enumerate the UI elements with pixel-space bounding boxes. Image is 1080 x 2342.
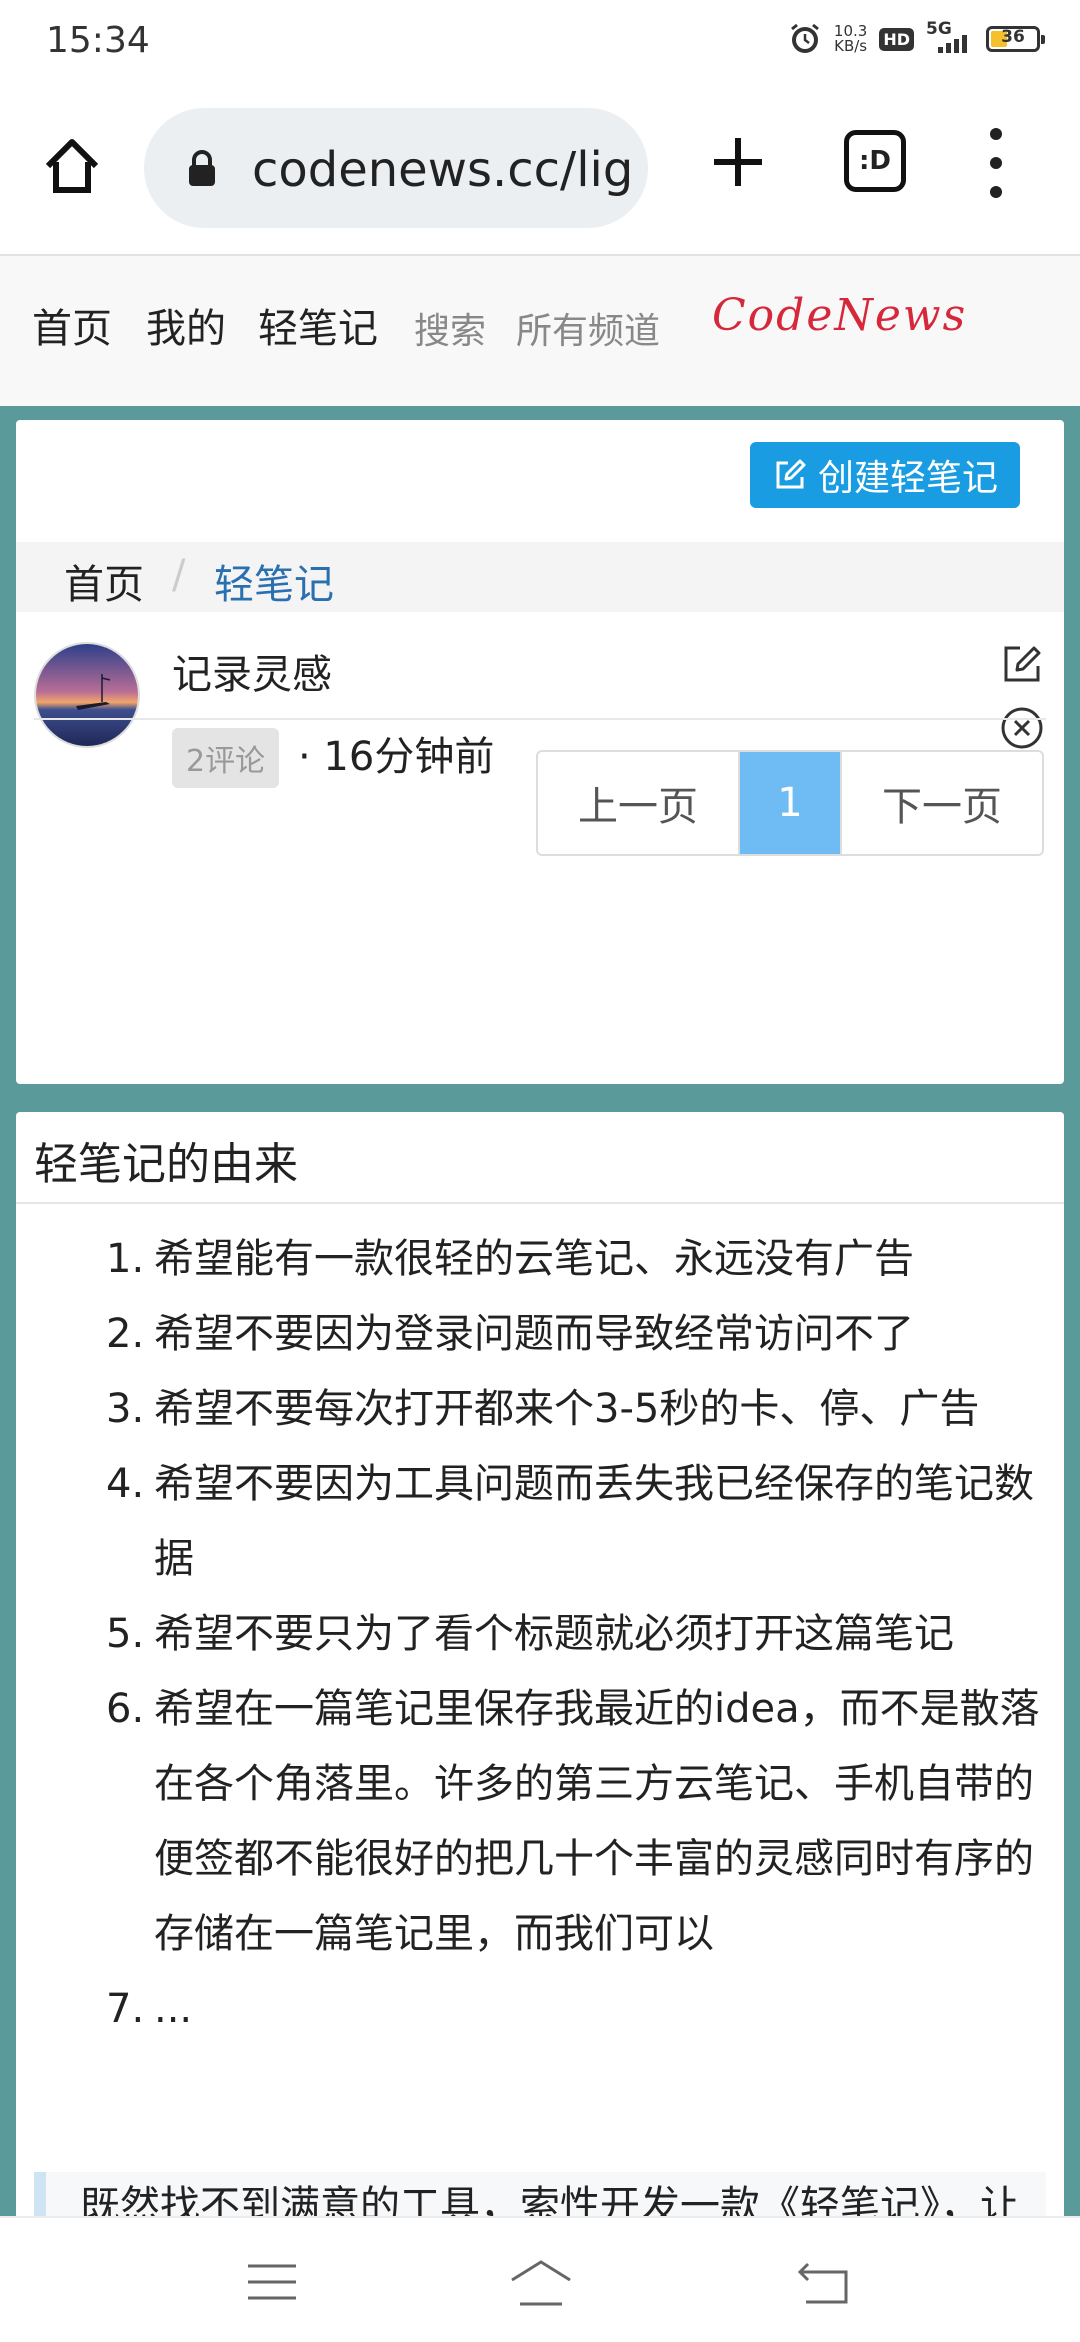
network-speed: 10.3 KB/s	[834, 24, 867, 54]
list-number: 6.	[106, 1686, 145, 1732]
breadcrumb: 首页 / 轻笔记	[16, 542, 1064, 612]
create-note-button[interactable]: 创建轻笔记	[749, 442, 1020, 508]
list-number: 4.	[106, 1461, 145, 1507]
list-text: 希望在一篇笔记里保存我最近的idea，而不是散落在各个角落里。许多的第三方云笔记…	[154, 1686, 1040, 1957]
breadcrumb-separator: /	[172, 552, 186, 598]
tabs-icon[interactable]: :D	[844, 130, 906, 192]
create-note-label: 创建轻笔记	[817, 458, 998, 499]
list-item: 3. 希望不要每次打开都来个3-5秒的卡、停、广告	[16, 1372, 1046, 1447]
more-icon[interactable]	[986, 128, 1006, 198]
signal-icon: 5G	[926, 19, 974, 55]
notes-card: 创建轻笔记 首页 / 轻笔记 记录灵感 2评论 · 16分钟前 上一页 1 下一…	[16, 420, 1064, 1084]
origin-list: 1. 希望能有一款很轻的云笔记、永远没有广告 2. 希望不要因为登录问题而导致经常访…	[16, 1222, 1046, 2047]
site-logo[interactable]: CodeNews	[712, 290, 967, 341]
content-area: 创建轻笔记 首页 / 轻笔记 记录灵感 2评论 · 16分钟前 上一页 1 下一…	[0, 406, 1080, 2216]
browser-toolbar: codenews.cc/lig :D	[0, 84, 1080, 256]
list-text: ...	[154, 1986, 193, 2032]
avatar[interactable]	[34, 642, 140, 748]
list-number: 3.	[106, 1386, 145, 1432]
breadcrumb-current[interactable]: 轻笔记	[214, 552, 334, 610]
next-page-button[interactable]: 下一页	[840, 752, 1042, 854]
list-number: 1.	[106, 1236, 145, 1282]
status-time: 15:34	[46, 20, 150, 61]
list-text: 希望不要每次打开都来个3-5秒的卡、停、广告	[154, 1386, 980, 1432]
list-item: 1. 希望能有一款很轻的云笔记、永远没有广告	[16, 1222, 1046, 1297]
list-item: 4. 希望不要因为工具问题而丢失我已经保存的笔记数据	[16, 1447, 1046, 1597]
site-nav: 首页 我的 轻笔记 搜索 所有频道 CodeNews	[0, 256, 1080, 406]
list-number: 7.	[106, 1986, 145, 2032]
list-text: 希望不要因为登录问题而导致经常访问不了	[154, 1311, 914, 1357]
list-item: 6. 希望在一篇笔记里保存我最近的idea，而不是散落在各个角落里。许多的第三方云…	[16, 1672, 1046, 1972]
battery-icon: 36	[986, 26, 1045, 52]
note-title[interactable]: 记录灵感	[172, 642, 332, 700]
nav-mine[interactable]: 我的	[146, 296, 226, 354]
comments-badge[interactable]: 2评论	[172, 728, 280, 788]
edit-icon	[776, 459, 806, 489]
system-nav-bar	[0, 2216, 1080, 2342]
plus-icon[interactable]	[708, 132, 768, 192]
breadcrumb-home[interactable]: 首页	[64, 552, 144, 610]
note-time: · 16分钟前	[298, 734, 495, 780]
alarm-icon	[790, 23, 819, 53]
prev-page-button[interactable]: 上一页	[538, 752, 740, 854]
status-bar: 15:34 10.3 KB/s HD 5G 36	[0, 0, 1080, 84]
origin-card: 轻笔记的由来 1. 希望能有一款很轻的云笔记、永远没有广告 2. 希望不要因为登录问…	[16, 1112, 1064, 2216]
status-icons: 10.3 KB/s HD 5G 36	[788, 19, 1045, 56]
back-icon[interactable]	[796, 2260, 852, 2306]
nav-all-channels[interactable]: 所有频道	[516, 302, 660, 354]
edit-icon[interactable]	[1000, 642, 1044, 686]
list-text: 希望不要只为了看个标题就必须打开这篇笔记	[154, 1611, 954, 1657]
current-page[interactable]: 1	[740, 752, 840, 854]
address-bar[interactable]: codenews.cc/lig	[144, 108, 648, 228]
network-speed-unit: KB/s	[834, 37, 868, 55]
list-text: 希望不要因为工具问题而丢失我已经保存的笔记数据	[154, 1461, 1034, 1582]
pagination: 上一页 1 下一页	[536, 750, 1044, 856]
origin-title: 轻笔记的由来	[34, 1139, 298, 1190]
list-item: 7....	[16, 1972, 1046, 2047]
hd-icon: HD	[879, 27, 914, 51]
divider	[16, 1202, 1064, 1204]
url-text[interactable]: codenews.cc/lig	[252, 142, 633, 198]
list-number: 5.	[106, 1611, 145, 1657]
blockquote: 既然找不到满意的工具，索性开发一款《轻笔记》，让瞬间的灵感(短文字、idea列表…	[34, 2172, 1046, 2216]
menu-icon[interactable]	[246, 2262, 298, 2302]
lock-icon	[189, 150, 215, 186]
nav-home[interactable]: 首页	[32, 296, 112, 354]
close-icon[interactable]	[1000, 706, 1044, 750]
home-nav-icon[interactable]	[508, 2258, 574, 2308]
nav-light-notes[interactable]: 轻笔记	[258, 296, 378, 354]
list-text: 希望能有一款很轻的云笔记、永远没有广告	[154, 1236, 914, 1282]
battery-percent: 36	[1001, 27, 1025, 47]
list-number: 2.	[106, 1311, 145, 1357]
list-item: 5. 希望不要只为了看个标题就必须打开这篇笔记	[16, 1597, 1046, 1672]
nav-search[interactable]: 搜索	[414, 302, 486, 354]
divider	[34, 718, 1046, 720]
list-item: 2. 希望不要因为登录问题而导致经常访问不了	[16, 1297, 1046, 1372]
home-icon[interactable]	[40, 134, 104, 198]
